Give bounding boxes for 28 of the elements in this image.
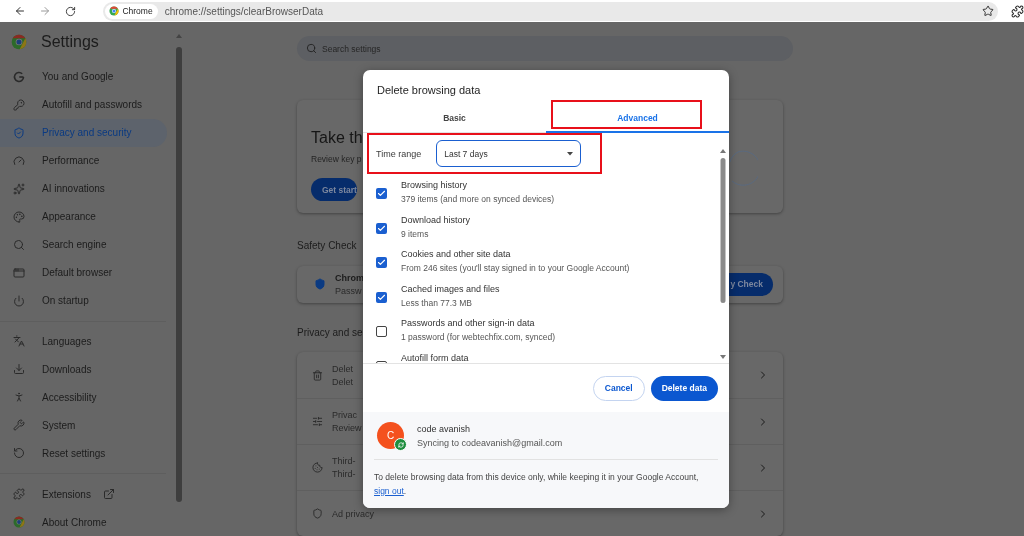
option-title: Browsing history bbox=[401, 180, 469, 190]
option-detail: From 246 sites (you'll stay signed in to your Google Account) bbox=[401, 263, 630, 273]
card-text: Passw bbox=[335, 285, 363, 296]
account-name: code avanish bbox=[417, 423, 472, 434]
row-text: Third- bbox=[332, 469, 356, 479]
field-label: Time range bbox=[376, 148, 422, 159]
row-text: Delet bbox=[332, 376, 353, 387]
row-title: Third- bbox=[332, 456, 356, 466]
option-title: Passwords and other sign-in data bbox=[401, 318, 536, 328]
row-text: Review bbox=[332, 423, 362, 433]
card-title: Chrom bbox=[335, 272, 364, 283]
section-heading: Privacy and se bbox=[297, 326, 363, 340]
option-title: Download history bbox=[401, 214, 471, 225]
option-title: Cookies and other site data bbox=[401, 249, 512, 259]
option-detail: Less than 77.3 MB bbox=[401, 297, 473, 308]
option-detail: 9 items bbox=[401, 228, 430, 239]
dialog-title: Delete browsing data bbox=[377, 84, 482, 96]
option-title: Autofill form data bbox=[401, 352, 469, 363]
section-heading: Safety Check bbox=[297, 238, 357, 253]
row-title: Delet bbox=[332, 363, 353, 374]
option-detail: 1 password (for webtechfix.com, synced) bbox=[401, 332, 555, 342]
url-text: chrome://settings/clearBrowserData bbox=[164, 5, 325, 17]
row-title: Privac bbox=[332, 410, 358, 420]
option-detail: 379 items (and more on synced devices) bbox=[401, 194, 555, 204]
option-title: Cached images and files bbox=[401, 283, 500, 294]
sync-status: Syncing to codeavanish@gmail.com bbox=[417, 437, 563, 448]
promo-title: Take th bbox=[311, 128, 363, 148]
settings-title: Settings bbox=[41, 33, 99, 52]
